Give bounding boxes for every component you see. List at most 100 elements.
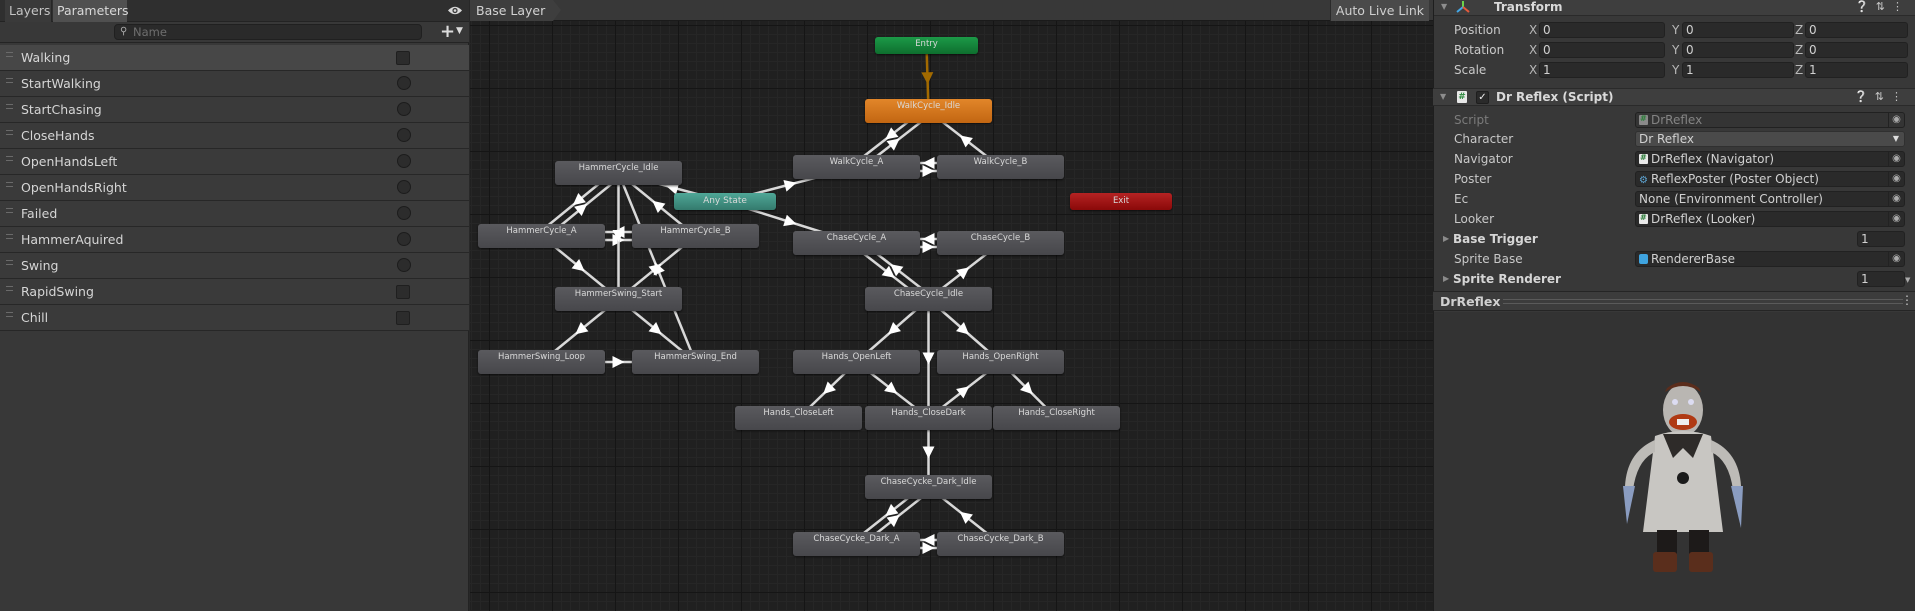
object-picker-icon[interactable]: ◉ — [1888, 113, 1904, 127]
state-node-chase-b[interactable]: ChaseCycle_B — [937, 231, 1064, 255]
trigger-radio[interactable] — [397, 76, 411, 90]
script-object-field[interactable]: DrReflex ◉ — [1635, 112, 1905, 128]
poster-object-field[interactable]: ⚙ ReflexPoster (Poster Object) ◉ — [1635, 171, 1905, 187]
parameter-row[interactable]: Walking — [0, 45, 469, 71]
parameter-row[interactable]: Swing — [0, 253, 469, 279]
state-node-dark-b[interactable]: ChaseCycke_Dark_B — [937, 532, 1064, 556]
component-header-icons[interactable]: ❔⇅⋮ — [1855, 0, 1910, 13]
foldout-arrow-icon[interactable]: ▶ — [1443, 274, 1449, 283]
state-node-chase-a[interactable]: ChaseCycle_A — [793, 231, 920, 255]
state-node-swing-loop[interactable]: HammerSwing_Loop — [478, 350, 605, 374]
state-node-walk-a[interactable]: WalkCycle_A — [793, 155, 920, 179]
state-node-dark-idle[interactable]: ChaseCycke_Dark_Idle — [865, 475, 992, 499]
drag-handle-icon[interactable] — [6, 234, 13, 239]
state-node-hammer-a[interactable]: HammerCycle_A — [478, 224, 605, 248]
auto-live-link-button[interactable]: Auto Live Link — [1329, 0, 1429, 21]
state-node-open-left[interactable]: Hands_OpenLeft — [793, 350, 920, 374]
drag-handle-icon[interactable] — [6, 78, 13, 83]
drag-handle-icon[interactable] — [6, 312, 13, 317]
transform-header[interactable]: ▼ Transform ❔⇅⋮ — [1434, 0, 1915, 16]
trigger-radio[interactable] — [397, 128, 411, 142]
parameter-search-input[interactable] — [133, 25, 413, 39]
trigger-radio[interactable] — [397, 180, 411, 194]
state-node-walk-b[interactable]: WalkCycle_B — [937, 155, 1064, 179]
object-picker-icon[interactable]: ◉ — [1888, 172, 1904, 186]
trigger-radio[interactable] — [397, 258, 411, 272]
parameter-search[interactable]: ⚲ — [114, 24, 422, 40]
state-node-close-left[interactable]: Hands_CloseLeft — [735, 406, 862, 430]
object-picker-icon[interactable]: ◉ — [1888, 152, 1904, 166]
component-header-icons[interactable]: ❔⇅⋮ — [1854, 90, 1909, 103]
state-node-swing-end[interactable]: HammerSwing_End — [632, 350, 759, 374]
add-parameter-button[interactable]: + ▼ — [440, 23, 466, 41]
state-node-any[interactable]: Any State — [674, 193, 776, 210]
tab-parameters[interactable]: Parameters — [53, 0, 129, 22]
transform-position-y-field[interactable]: 0 — [1682, 22, 1794, 38]
transition-arrow-icon[interactable] — [956, 267, 970, 280]
drag-handle-icon[interactable] — [6, 260, 13, 265]
state-node-hammer-idle[interactable]: HammerCycle_Idle — [555, 161, 682, 185]
transition-arrow-icon[interactable] — [956, 386, 970, 399]
model-preview[interactable] — [1434, 312, 1915, 611]
parameter-row[interactable]: StartWalking — [0, 71, 469, 97]
parameter-row[interactable]: OpenHandsRight — [0, 175, 469, 201]
tab-layers[interactable]: Layers — [5, 0, 52, 22]
parameter-row[interactable]: OpenHandsLeft — [0, 149, 469, 175]
state-node-close-right[interactable]: Hands_CloseRight — [993, 406, 1120, 430]
transform-scale-z-field[interactable]: 1 — [1805, 62, 1908, 78]
transition-arrow-icon[interactable] — [922, 352, 935, 365]
drag-handle-icon[interactable] — [6, 156, 13, 161]
transition-arrow-icon[interactable] — [884, 381, 898, 394]
parameter-row[interactable]: Chill — [0, 305, 469, 331]
state-node-open-right[interactable]: Hands_OpenRight — [937, 350, 1064, 374]
state-node-close-dark[interactable]: Hands_CloseDark — [865, 406, 992, 430]
preview-drag-handle[interactable] — [1503, 299, 1903, 304]
state-node-walk-idle[interactable]: WalkCycle_Idle — [865, 99, 992, 123]
foldout-arrow-icon[interactable]: ▼ — [1441, 2, 1447, 11]
transform-rotation-z-field[interactable]: 0 — [1805, 42, 1908, 58]
trigger-radio[interactable] — [397, 232, 411, 246]
eye-icon[interactable] — [447, 4, 463, 17]
drag-handle-icon[interactable] — [6, 182, 13, 187]
parameter-row[interactable]: CloseHands — [0, 123, 469, 149]
state-node-chase-idle[interactable]: ChaseCycle_Idle — [865, 287, 992, 311]
object-picker-icon[interactable]: ◉ — [1888, 192, 1904, 206]
transition-arrow-icon[interactable] — [885, 127, 899, 140]
transition-arrow-icon[interactable] — [922, 446, 935, 459]
bool-checkbox[interactable] — [396, 285, 410, 299]
trigger-radio[interactable] — [397, 154, 411, 168]
object-picker-icon[interactable]: ◉ — [1888, 212, 1904, 226]
state-node-dark-a[interactable]: ChaseCycke_Dark_A — [793, 532, 920, 556]
state-node-entry[interactable]: Entry — [875, 37, 978, 54]
bool-checkbox[interactable] — [396, 311, 410, 325]
scroll-down-icon[interactable]: ▼ — [1905, 276, 1910, 284]
state-node-exit[interactable]: Exit — [1070, 193, 1172, 210]
transition-arrow-icon[interactable] — [612, 356, 625, 368]
trigger-radio[interactable] — [397, 206, 411, 220]
transform-rotation-y-field[interactable]: 0 — [1682, 42, 1794, 58]
breadcrumb-base-layer[interactable]: Base Layer — [470, 0, 562, 21]
drag-handle-icon[interactable] — [6, 52, 13, 57]
trigger-radio[interactable] — [397, 102, 411, 116]
base-trigger-size-field[interactable]: 1 — [1857, 231, 1905, 247]
transform-rotation-x-field[interactable]: 0 — [1539, 42, 1665, 58]
parameter-row[interactable]: Failed — [0, 201, 469, 227]
sprite-renderer-size-field[interactable]: 1 — [1857, 271, 1905, 287]
transition-arrow-icon[interactable] — [921, 72, 934, 85]
drag-handle-icon[interactable] — [6, 208, 13, 213]
drag-handle-icon[interactable] — [6, 286, 13, 291]
character-dropdown[interactable]: Dr Reflex ▼ — [1635, 131, 1905, 147]
transform-scale-y-field[interactable]: 1 — [1682, 62, 1794, 78]
object-picker-icon[interactable]: ◉ — [1888, 252, 1904, 266]
sprite-base-object-field[interactable]: RendererBase ◉ — [1635, 251, 1905, 267]
transform-position-z-field[interactable]: 0 — [1805, 22, 1908, 38]
foldout-arrow-icon[interactable]: ▶ — [1443, 234, 1449, 243]
parameter-row[interactable]: StartChasing — [0, 97, 469, 123]
parameter-row[interactable]: HammerAquired — [0, 227, 469, 253]
ec-object-field[interactable]: None (Environment Controller) ◉ — [1635, 191, 1905, 207]
state-node-hammer-b[interactable]: HammerCycle_B — [632, 224, 759, 248]
script-component-header[interactable]: ▼ # ✓ Dr Reflex (Script) ❔⇅⋮ — [1433, 88, 1915, 106]
drag-handle-icon[interactable] — [6, 130, 13, 135]
transition-arrow-icon[interactable] — [783, 179, 797, 192]
component-enabled-checkbox[interactable]: ✓ — [1476, 91, 1489, 104]
